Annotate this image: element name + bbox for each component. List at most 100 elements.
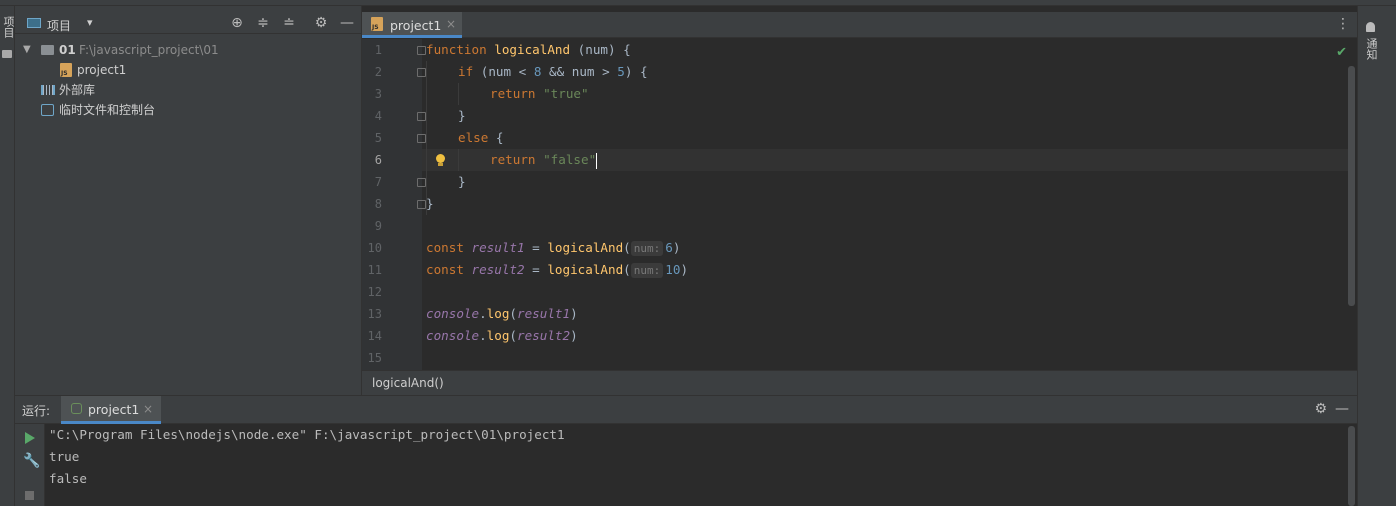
breadcrumb-item[interactable]: logicalAnd() xyxy=(372,376,444,390)
tree-item-01[interactable]: ▼ 01 F:\javascript_project\01 xyxy=(15,40,361,60)
code-token: 6 xyxy=(665,240,673,255)
code-token: ( xyxy=(509,328,518,343)
code-token: } xyxy=(458,108,466,123)
code-editor[interactable]: function logicalAnd (num) { if (num < 8 … xyxy=(422,39,1354,370)
locate-icon[interactable]: ⊕ xyxy=(229,15,245,31)
minimize-icon[interactable]: — xyxy=(1335,401,1349,417)
code-line-1: function logicalAnd (num) { xyxy=(426,39,1358,61)
line-number: 4 xyxy=(374,109,382,123)
more-vertical-icon[interactable]: ⋮ xyxy=(1336,16,1350,32)
code-token: console xyxy=(426,328,480,343)
code-line-6: return "false" xyxy=(490,149,690,171)
close-icon[interactable]: × xyxy=(143,402,153,416)
collapse-all-icon[interactable]: ≐ xyxy=(281,15,297,31)
code-token: } xyxy=(458,174,466,189)
indent-guide xyxy=(458,149,459,171)
run-tab-label: project1 xyxy=(88,402,140,417)
indent-guide xyxy=(458,83,459,105)
tab-project1[interactable]: project1 × xyxy=(362,12,462,38)
breadcrumb: logicalAnd() xyxy=(362,370,1358,395)
code-line-10: const result1 = logicalAnd(num: 6) xyxy=(426,237,1358,259)
code-line-11: const result2 = logicalAnd(num: 10) xyxy=(426,259,1358,281)
code-token: function xyxy=(426,42,487,57)
code-token: = xyxy=(524,262,548,277)
code-token: ( xyxy=(623,240,631,255)
project-panel: 项目 ▾ ⊕ ≑ ≐ ⚙ — ▼ 01 F:\javascript_projec… xyxy=(15,6,361,395)
line-number: 9 xyxy=(374,219,382,233)
left-tool-stripe: 项目 xyxy=(0,6,15,506)
code-token: ) xyxy=(672,240,681,255)
tree-item-label: 临时文件和控制台 xyxy=(59,103,156,117)
scratch-icon xyxy=(41,104,54,116)
code-line-4: } xyxy=(458,105,1390,127)
wrench-icon[interactable]: 🔧 xyxy=(23,453,40,469)
code-token: ) xyxy=(570,328,578,343)
code-line-2: if (num < 8 && num > 5) { xyxy=(458,61,1390,83)
code-token: else xyxy=(458,130,489,145)
code-line-13: console.log(result1) xyxy=(426,303,1358,325)
code-token: { xyxy=(488,130,504,145)
run-tab-project1[interactable]: project1 × xyxy=(61,396,161,424)
bell-icon[interactable] xyxy=(1366,22,1375,32)
lightbulb-icon[interactable] xyxy=(435,154,445,166)
chevron-down-icon[interactable]: ▾ xyxy=(87,16,93,29)
code-token: logicalAnd xyxy=(494,42,571,57)
code-token: return xyxy=(490,86,536,101)
tab-label: project1 xyxy=(390,18,442,33)
code-token: result1 xyxy=(471,240,525,255)
line-number: 12 xyxy=(367,285,382,299)
tree-item-scratches[interactable]: 临时文件和控制台 xyxy=(15,100,361,120)
folder-icon xyxy=(41,45,54,55)
console-line: true xyxy=(49,449,80,464)
minimize-icon[interactable]: — xyxy=(339,15,355,31)
code-token: log xyxy=(486,306,510,321)
chevron-down-icon[interactable]: ▼ xyxy=(23,40,31,60)
gear-icon[interactable]: ⚙ xyxy=(313,15,329,31)
project-stripe-button[interactable]: 项目 xyxy=(1,16,15,38)
code-token: "false" xyxy=(543,152,597,167)
tree-item-external-libraries[interactable]: 外部库 xyxy=(15,80,361,100)
indent-guide xyxy=(426,61,427,215)
run-panel-header: 运行: project1 × ⚙ — xyxy=(15,396,1357,424)
rerun-play-icon[interactable] xyxy=(25,432,35,444)
code-token: && num > xyxy=(541,64,618,79)
console-output[interactable]: "C:\Program Files\nodejs\node.exe" F:\ja… xyxy=(49,424,1349,490)
console-scrollbar[interactable] xyxy=(1348,426,1355,506)
code-token: log xyxy=(486,328,510,343)
line-number: 11 xyxy=(367,263,382,277)
parameter-hint: num: xyxy=(630,241,664,256)
editor-scrollbar[interactable] xyxy=(1348,66,1355,306)
code-line-5: else { xyxy=(458,127,1390,149)
no-problems-check-icon[interactable]: ✔ xyxy=(1336,45,1347,60)
code-token: . xyxy=(479,306,487,321)
code-token: result2 xyxy=(517,328,571,343)
line-number: 14 xyxy=(367,329,382,343)
parameter-hint: num: xyxy=(630,263,664,278)
expand-all-icon[interactable]: ≑ xyxy=(255,15,271,31)
code-token: . xyxy=(479,328,487,343)
run-label: 运行: xyxy=(22,404,51,418)
project-view-icon xyxy=(27,18,41,28)
project-tree: ▼ 01 F:\javascript_project\01 project1 外… xyxy=(15,40,361,120)
stop-icon[interactable] xyxy=(25,491,34,500)
console-line: false xyxy=(49,471,87,486)
library-icon xyxy=(41,85,55,95)
code-token: ) xyxy=(570,306,578,321)
run-toolbar: 🔧 xyxy=(15,424,45,506)
code-token: (num) { xyxy=(570,42,631,57)
tree-item-project1[interactable]: project1 xyxy=(15,60,361,80)
line-number: 1 xyxy=(374,43,382,57)
code-token: "true" xyxy=(543,86,589,101)
code-token: 5 xyxy=(617,64,625,79)
editor-area: project1 × ⋮ 1 2 3 4 5 6 7 8 9 10 11 12 … xyxy=(361,6,1358,395)
project-panel-title[interactable]: 项目 xyxy=(47,17,71,34)
close-icon[interactable]: × xyxy=(446,17,456,31)
javascript-file-icon xyxy=(60,63,72,77)
javascript-file-icon xyxy=(371,17,383,31)
notifications-stripe-button[interactable]: 通知 xyxy=(1363,38,1378,60)
code-token: result2 xyxy=(471,262,525,277)
gear-icon[interactable]: ⚙ xyxy=(1314,401,1327,417)
code-token: } xyxy=(426,196,434,211)
code-token: (num < xyxy=(473,64,534,79)
code-token: const xyxy=(426,240,464,255)
